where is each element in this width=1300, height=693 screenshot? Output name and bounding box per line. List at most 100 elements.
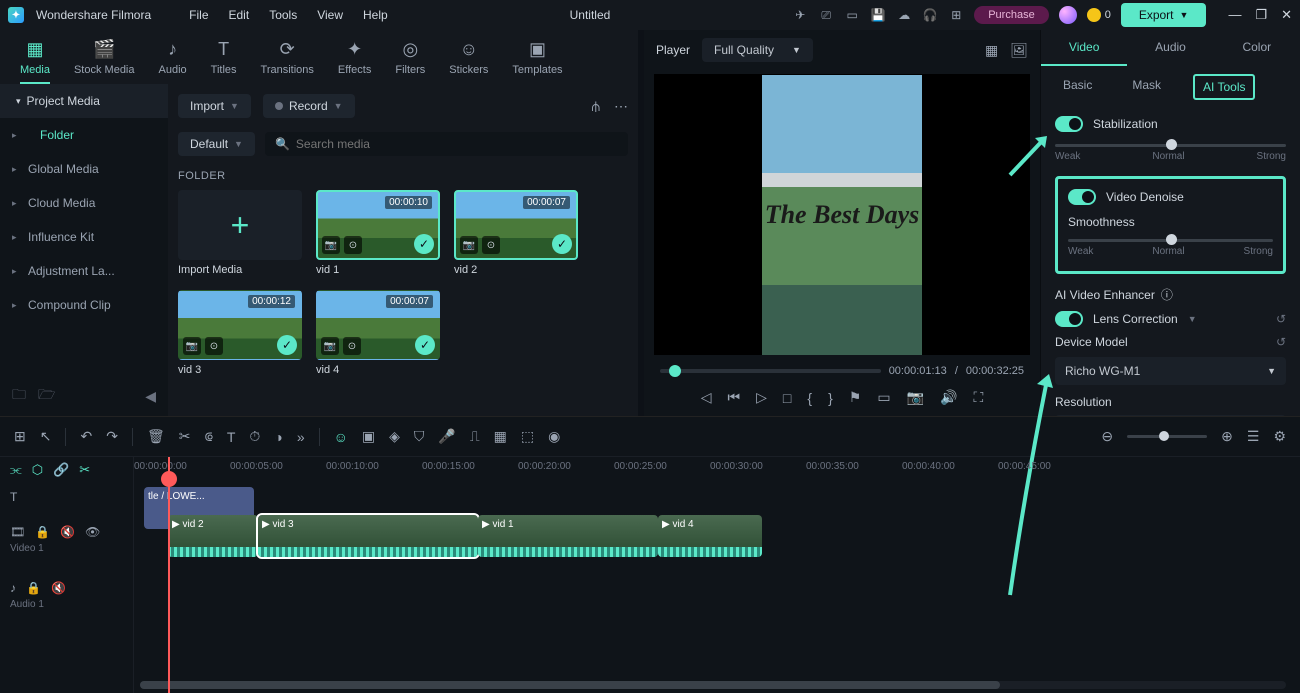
resolution-select[interactable]: 1080p Medium▼ [1055, 415, 1286, 416]
more-tools-icon[interactable]: » [297, 429, 305, 445]
undo-icon[interactable]: ↶ [80, 428, 92, 445]
denoise-toggle[interactable] [1068, 189, 1096, 205]
crop-icon[interactable]: ⟃ [204, 428, 212, 445]
visible-icon[interactable]: 👁 [85, 525, 100, 539]
picture-icon[interactable]: 🖼 [1010, 42, 1028, 59]
tab-stickers[interactable]: ☺Stickers [449, 38, 488, 84]
cloud-icon[interactable]: ☁ [896, 7, 912, 23]
track-cut-icon[interactable]: ✂ [79, 462, 90, 478]
sidebar-cloud-media[interactable]: Cloud Media [0, 186, 168, 220]
timeline-clip[interactable]: ▶ vid 2 [168, 515, 258, 557]
mute-icon[interactable]: 🔇 [51, 581, 66, 595]
text-icon[interactable]: T [227, 429, 236, 445]
group-icon[interactable]: ▦ [494, 428, 507, 445]
link-icon[interactable]: ⬚ [521, 428, 534, 445]
lock-icon[interactable]: 🔒 [26, 581, 41, 595]
collapse-sidebar-icon[interactable]: ◀ [145, 388, 156, 405]
record-button[interactable]: Record▼ [263, 94, 355, 118]
video-track[interactable]: ▶ vid 2▶ vid 3▶ vid 1▶ vid 4 [134, 511, 1300, 567]
sidebar-folder[interactable]: Folder [0, 118, 168, 152]
chevron-down-icon[interactable]: ▼ [1188, 314, 1197, 324]
play-icon[interactable]: ▷ [756, 389, 767, 406]
speed-icon[interactable]: ⏱ [249, 428, 260, 445]
save-icon[interactable]: 💾 [870, 7, 886, 23]
monitor-icon[interactable]: ▭ [844, 7, 860, 23]
menu-view[interactable]: View [317, 8, 343, 22]
stabilization-toggle[interactable] [1055, 116, 1083, 132]
redo-icon[interactable]: ↷ [106, 428, 118, 445]
maximize-button[interactable]: ❐ [1255, 7, 1267, 23]
sort-dropdown[interactable]: Default▼ [178, 132, 255, 156]
minimize-button[interactable]: — [1228, 7, 1241, 23]
subtab-mask[interactable]: Mask [1124, 74, 1169, 100]
text-track-icon[interactable]: T [10, 490, 17, 504]
tab-media[interactable]: ▦Media [20, 38, 50, 84]
stop-icon[interactable]: □ [783, 390, 791, 406]
timeline-ruler[interactable]: 00:00:00:0000:00:05:0000:00:10:0000:00:1… [134, 457, 1300, 483]
title-track[interactable]: tle / LOWE... [134, 483, 1300, 511]
media-clip[interactable]: +Import Media [178, 190, 302, 276]
avatar-icon[interactable] [1059, 6, 1077, 24]
device-icon[interactable]: ⎚ [818, 7, 834, 23]
tab-stock-media[interactable]: 🎬Stock Media [74, 38, 135, 84]
menu-help[interactable]: Help [363, 8, 388, 22]
sidebar-compound-clip[interactable]: Compound Clip [0, 288, 168, 322]
timeline-tracks[interactable]: 00:00:00:0000:00:05:0000:00:10:0000:00:1… [134, 457, 1300, 693]
track-link2-icon[interactable]: 🔗 [53, 462, 69, 478]
select-tool-icon[interactable]: ↖ [40, 428, 52, 445]
marker-icon[interactable]: ⚑ [849, 389, 862, 406]
mute-icon[interactable]: 🔇 [60, 525, 75, 539]
tab-titles[interactable]: TTitles [211, 38, 237, 84]
inspector-tab-audio[interactable]: Audio [1127, 30, 1213, 66]
snapshot-icon[interactable]: 📷 [907, 389, 924, 406]
media-clip[interactable]: 00:00:07📷⊙✓vid 4 [316, 290, 440, 376]
split-icon[interactable]: ✂ [179, 428, 191, 445]
volume-icon[interactable]: 🔊 [940, 389, 957, 406]
timeline-clip[interactable]: ▶ vid 3 [258, 515, 478, 557]
tab-filters[interactable]: ◎Filters [395, 38, 425, 84]
ratio-icon[interactable]: ▭ [877, 389, 890, 406]
support-icon[interactable]: 🎧 [922, 7, 938, 23]
device-model-select[interactable]: Richo WG-M1▼ [1055, 357, 1286, 385]
coin-counter[interactable]: 0 [1087, 8, 1111, 22]
timeline-clip[interactable]: ▶ vid 4 [658, 515, 762, 557]
media-clip[interactable]: 00:00:12📷⊙✓vid 3 [178, 290, 302, 376]
filter-icon[interactable]: ⫛ [592, 98, 600, 115]
view-options-icon[interactable]: ☰ [1247, 428, 1260, 445]
audio-track[interactable] [134, 567, 1300, 623]
settings-icon[interactable]: ⚙ [1273, 428, 1286, 445]
reset-lens-icon[interactable]: ↺ [1276, 312, 1286, 326]
keyframe-icon[interactable]: ◈ [389, 428, 400, 445]
menu-file[interactable]: File [189, 8, 208, 22]
track-link-icon[interactable]: ⫘ [10, 462, 22, 478]
search-input[interactable] [296, 137, 618, 151]
seek-bar[interactable] [660, 369, 881, 373]
apps-icon[interactable]: ⊞ [948, 7, 964, 23]
layout-icon[interactable]: ▦ [985, 42, 998, 59]
new-bin-icon[interactable]: 🗁 [38, 384, 55, 408]
audio-track-header[interactable]: ♪🔒🔇 Audio 1 [0, 567, 133, 623]
close-button[interactable]: ✕ [1281, 7, 1292, 23]
tab-templates[interactable]: ▣Templates [512, 38, 562, 84]
media-clip[interactable]: 00:00:10📷⊙✓vid 1 [316, 190, 440, 276]
tab-effects[interactable]: ✦Effects [338, 38, 371, 84]
subtab-basic[interactable]: Basic [1055, 74, 1100, 100]
send-icon[interactable]: ✈ [792, 7, 808, 23]
layout-icon[interactable]: ⊞ [14, 428, 26, 445]
timeline-clip[interactable]: ▶ vid 1 [478, 515, 658, 557]
tab-transitions[interactable]: ⟳Transitions [261, 38, 314, 84]
ai-icon[interactable]: ☺ [334, 429, 348, 445]
reset-device-icon[interactable]: ↺ [1276, 335, 1286, 349]
playhead[interactable] [168, 457, 170, 693]
search-box[interactable]: 🔍 [265, 132, 628, 156]
lock-icon[interactable]: 🔒 [35, 525, 50, 539]
player-canvas[interactable]: The Best Days [654, 74, 1030, 355]
prev-frame-icon[interactable]: ◁ [701, 389, 712, 406]
step-back-icon[interactable]: ⏮ [728, 389, 741, 406]
zoom-out-icon[interactable]: ⊖ [1101, 428, 1113, 445]
media-clip[interactable]: 00:00:07📷⊙✓vid 2 [454, 190, 578, 276]
video-track-header[interactable]: 🎞🔒🔇👁 Video 1 [0, 511, 133, 567]
mark-out-icon[interactable]: } [828, 390, 833, 406]
sidebar-adjustment-layer[interactable]: Adjustment La... [0, 254, 168, 288]
export-button[interactable]: Export▼ [1121, 3, 1207, 27]
